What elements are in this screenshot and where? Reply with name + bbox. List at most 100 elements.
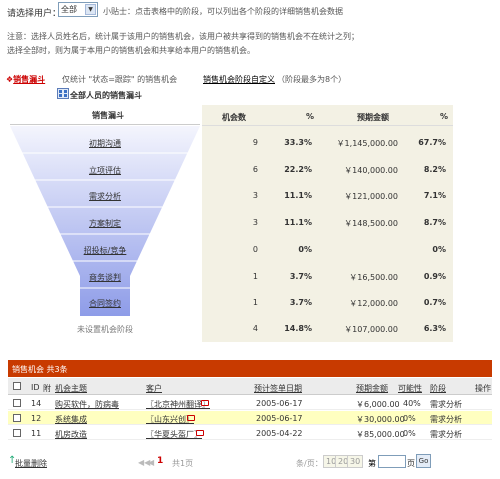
stage-link-7[interactable]: 合同签约 bbox=[55, 298, 155, 309]
tab-sales-funnel[interactable]: ❖销售漏斗 bbox=[6, 74, 45, 85]
tab-description: 仅统计 "状态=跟踪" 的销售机会 bbox=[62, 75, 178, 84]
stage-4-pct: 11.1% bbox=[284, 218, 312, 227]
col-count-header: 机会数 bbox=[222, 113, 246, 122]
note-line-1: 注意：选择人员姓名后，统计属于该用户的销售机会，该用户被共享得到的销售机会不在统… bbox=[7, 32, 359, 41]
stage-8-pct: 14.8% bbox=[284, 324, 312, 333]
cell-date: 2005-04-22 bbox=[256, 429, 303, 438]
cell-amount: ￥30,000.00 bbox=[356, 415, 405, 424]
cell-date: 2005-06-17 bbox=[256, 414, 303, 423]
cell-amount: ￥85,000.00 bbox=[356, 430, 405, 439]
th-possibility[interactable]: 可能性 bbox=[398, 383, 422, 394]
cell-amount: ￥6,000.00 bbox=[356, 400, 400, 409]
cell-subject[interactable]: 机房改造 bbox=[55, 429, 87, 440]
cell-id: 12 bbox=[31, 414, 42, 423]
th-stage[interactable]: 阶段 bbox=[430, 383, 446, 394]
stage-custom-link[interactable]: 销售机会阶段自定义 bbox=[203, 74, 275, 85]
stage-limit-hint: （阶段最多为8个） bbox=[277, 75, 347, 84]
folder-icon[interactable] bbox=[187, 415, 195, 421]
stage-7-count: 1 bbox=[252, 298, 258, 307]
th-ops: 操作 bbox=[475, 384, 491, 393]
th-subject[interactable]: 机会主题 bbox=[55, 383, 87, 394]
people-icon bbox=[57, 88, 69, 99]
th-date[interactable]: 预计签单日期 bbox=[254, 383, 302, 394]
funnel-stats-panel bbox=[202, 105, 453, 342]
stage-3-pct: 11.1% bbox=[284, 191, 312, 200]
stage-link-3[interactable]: 需求分析 bbox=[55, 191, 155, 202]
th-id[interactable]: ID bbox=[31, 383, 40, 392]
col-amount-header: 预期金额 bbox=[357, 113, 389, 122]
stage-6-count: 1 bbox=[252, 272, 258, 281]
stage-link-1[interactable]: 初期沟通 bbox=[55, 138, 155, 149]
page-size-30[interactable]: 30 bbox=[347, 455, 364, 468]
funnel-header-label: 销售漏斗 bbox=[92, 111, 124, 120]
stage-unset-label: 未设置机会阶段 bbox=[77, 325, 133, 334]
jump-page-input[interactable] bbox=[378, 455, 406, 468]
cell-stage: 需求分析 bbox=[430, 400, 462, 409]
stage-2-pct: 22.2% bbox=[284, 165, 312, 174]
user-select[interactable]: 全部 ▼ bbox=[58, 2, 98, 17]
stage-4-amount-pct: 8.7% bbox=[423, 218, 446, 227]
stage-8-amount: ￥107,000.00 bbox=[344, 325, 398, 334]
stage-5-count: 0 bbox=[252, 245, 258, 254]
stage-3-count: 3 bbox=[252, 191, 258, 200]
stage-8-amount-pct: 6.3% bbox=[423, 324, 446, 333]
cell-date: 2005-06-17 bbox=[256, 399, 303, 408]
chevron-down-icon[interactable]: ▼ bbox=[85, 4, 96, 15]
stage-5-amount-pct: 0% bbox=[432, 245, 446, 254]
stage-3-amount: ￥121,000.00 bbox=[344, 192, 398, 201]
funnel-header: 销售漏斗 bbox=[10, 105, 200, 125]
cell-id: 11 bbox=[31, 429, 42, 438]
stage-2-count: 6 bbox=[252, 165, 258, 174]
cell-stage: 需求分析 bbox=[430, 415, 462, 424]
cell-stage: 需求分析 bbox=[430, 430, 462, 439]
stage-link-5[interactable]: 招投标/竞争 bbox=[55, 245, 155, 256]
cell-subject[interactable]: 系统集成 bbox=[55, 414, 87, 425]
opportunities-title: 销售机会 共3条 bbox=[12, 365, 68, 374]
stage-4-amount: ￥148,500.00 bbox=[344, 219, 398, 228]
th-customer[interactable]: 客户 bbox=[146, 383, 162, 394]
stage-1-count: 9 bbox=[252, 138, 258, 147]
folder-icon[interactable] bbox=[201, 400, 209, 406]
per-page-label: 条/页： bbox=[296, 459, 323, 468]
jump-prefix: 第 bbox=[368, 459, 376, 468]
tab-sales-funnel-label: 销售漏斗 bbox=[13, 75, 46, 84]
stage-2-amount-pct: 8.2% bbox=[423, 165, 446, 174]
note-line-2: 选择全部时，则为属于本用户的销售机会和共享给本用户的销售机会。 bbox=[7, 46, 255, 55]
jump-suffix: 页 bbox=[407, 459, 415, 468]
th-attach: 附 bbox=[43, 384, 51, 393]
stage-7-amount: ￥12,000.00 bbox=[349, 299, 398, 308]
total-pages: 共1页 bbox=[172, 459, 194, 468]
cell-customer[interactable]: 〖华夏头盔厂〗 bbox=[146, 429, 202, 440]
stage-6-pct: 3.7% bbox=[289, 272, 312, 281]
stage-7-amount-pct: 0.7% bbox=[423, 298, 446, 307]
stage-link-6[interactable]: 商务谈判 bbox=[55, 272, 155, 283]
cell-possibility: 40% bbox=[403, 399, 421, 408]
stage-3-amount-pct: 7.1% bbox=[423, 191, 446, 200]
stage-link-4[interactable]: 方案制定 bbox=[55, 218, 155, 229]
stage-2-amount: ￥140,000.00 bbox=[344, 166, 398, 175]
folder-icon[interactable] bbox=[196, 430, 204, 436]
stage-5-pct: 0% bbox=[298, 245, 312, 254]
col-pct-header: % bbox=[306, 112, 315, 121]
row-checkbox[interactable] bbox=[13, 399, 21, 407]
stage-1-amount: ￥1,145,000.00 bbox=[336, 139, 398, 148]
stage-7-pct: 3.7% bbox=[289, 298, 312, 307]
opportunities-title-bar: 销售机会 共3条 bbox=[8, 360, 492, 377]
col-amount-pct-header: % bbox=[440, 112, 449, 121]
go-button[interactable]: Go bbox=[416, 454, 431, 468]
prev-page-icon[interactable]: ◀◀ bbox=[138, 458, 150, 467]
stage-4-count: 3 bbox=[252, 218, 258, 227]
stage-6-amount: ￥16,500.00 bbox=[349, 273, 398, 282]
bulk-delete-link[interactable]: 批量删除 bbox=[15, 458, 47, 469]
row-checkbox[interactable] bbox=[13, 429, 21, 437]
stage-1-pct: 33.3% bbox=[284, 138, 312, 147]
select-all-checkbox[interactable] bbox=[13, 382, 21, 390]
stage-link-2[interactable]: 立项评估 bbox=[55, 165, 155, 176]
th-amount[interactable]: 预期金额 bbox=[356, 383, 388, 394]
cell-subject[interactable]: 购买软件，防病毒 bbox=[55, 399, 119, 410]
row-checkbox[interactable] bbox=[13, 414, 21, 422]
header-divider bbox=[202, 125, 453, 126]
cell-id: 14 bbox=[31, 399, 42, 408]
funnel-scope-title: 全部人员的销售漏斗 bbox=[70, 91, 142, 100]
user-filter-label: 请选择用户： bbox=[7, 9, 62, 19]
